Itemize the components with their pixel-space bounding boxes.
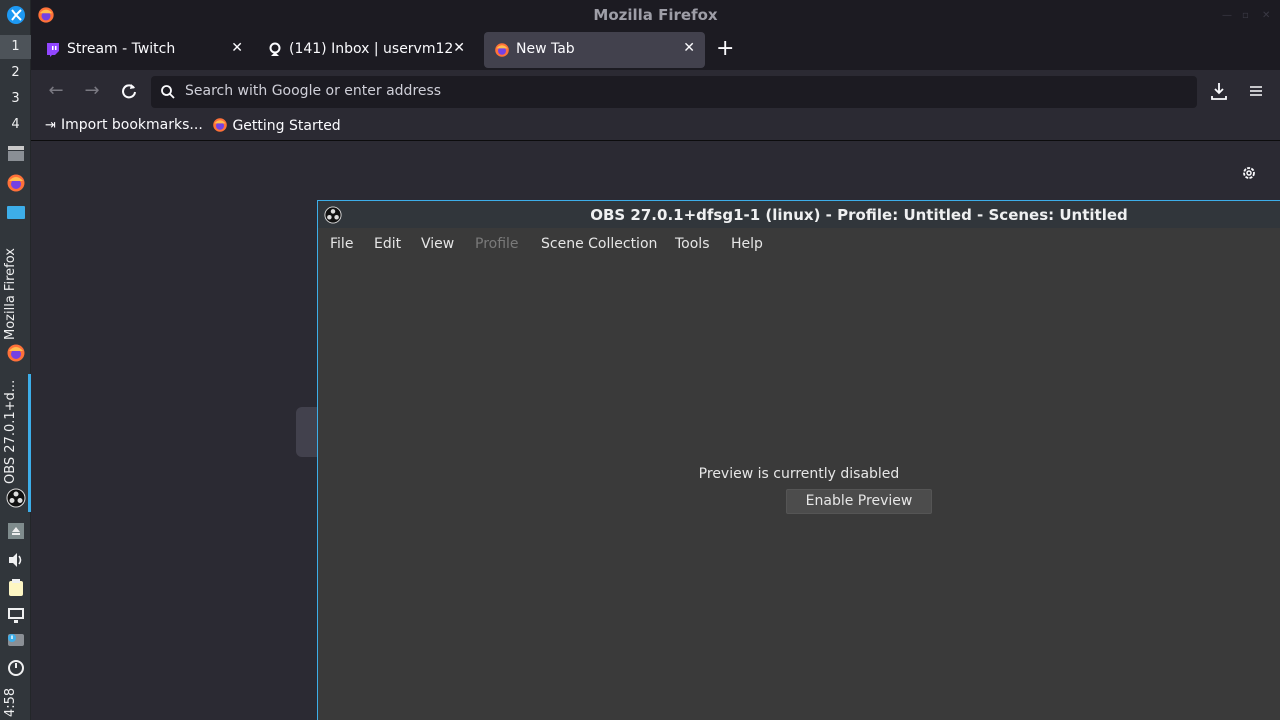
workspace-4[interactable]: 4 — [0, 113, 31, 137]
enable-preview-button[interactable]: Enable Preview — [786, 489, 932, 514]
firefox-titlebar: Mozilla Firefox — ▫ ✕ — [31, 0, 1280, 30]
close-tab-icon[interactable]: ✕ — [683, 40, 695, 56]
task-firefox-label[interactable]: Mozilla Firefox — [3, 238, 27, 340]
obs-titlebar: OBS 27.0.1+dfsg1-1 (linux) - Profile: Un… — [318, 201, 1280, 228]
workspace-3[interactable]: 3 — [0, 87, 31, 111]
search-icon — [161, 85, 175, 99]
clock[interactable]: 4:58 — [3, 683, 27, 717]
obs-menubar: File Edit View Profile Scene Collection … — [318, 228, 1280, 260]
firefox-icon — [213, 118, 227, 132]
bookmark-getting-started[interactable]: Getting Started — [212, 117, 341, 134]
menu-tools[interactable]: Tools — [675, 236, 710, 252]
bookmarks-toolbar: ⇥ Import bookmarks... Getting Started — [31, 112, 1280, 141]
app-launcher-icon[interactable] — [6, 5, 26, 25]
tab-label: New Tab — [516, 41, 575, 57]
forward-button[interactable]: → — [81, 80, 103, 102]
gear-icon[interactable] — [1240, 164, 1258, 182]
tab-twitch[interactable]: Stream - Twitch ✕ — [35, 32, 253, 68]
new-tab-button[interactable]: + — [716, 36, 734, 61]
tab-label: (141) Inbox | uservm123 — [289, 41, 453, 57]
firefox-launcher-icon[interactable] — [6, 173, 26, 193]
tab-new-tab[interactable]: New Tab ✕ — [484, 32, 705, 68]
file-manager-icon[interactable] — [6, 143, 26, 163]
menu-edit[interactable]: Edit — [374, 236, 401, 252]
firefox-icon — [495, 43, 509, 57]
volume-icon[interactable] — [6, 550, 26, 570]
menu-profile[interactable]: Profile — [475, 236, 519, 252]
menu-icon[interactable] — [1245, 80, 1267, 102]
menu-view[interactable]: View — [421, 236, 454, 252]
clipboard-icon[interactable] — [6, 578, 26, 598]
url-bar[interactable]: Search with Google or enter address — [151, 76, 1197, 108]
updates-icon[interactable] — [6, 658, 26, 678]
back-button[interactable]: ← — [45, 80, 67, 102]
import-icon: ⇥ — [45, 118, 56, 133]
menu-scene-collection[interactable]: Scene Collection — [541, 236, 657, 252]
notifications-icon[interactable] — [6, 631, 26, 651]
reload-button[interactable] — [118, 80, 140, 102]
obs-window: OBS 27.0.1+dfsg1-1 (linux) - Profile: Un… — [317, 200, 1280, 720]
bookmark-label: Getting Started — [232, 118, 341, 134]
obs-task-icon[interactable] — [6, 488, 26, 508]
twitch-icon — [47, 43, 59, 57]
taskbar-panel: 1 2 3 4 Mozilla Firefox OBS 27.0.1+d... … — [0, 0, 31, 720]
workspace-1[interactable]: 1 — [0, 35, 31, 59]
minimize-icon[interactable]: — — [1222, 10, 1232, 21]
downloads-icon[interactable] — [1208, 80, 1230, 102]
navigation-toolbar: ← → Search with Google or enter address — [31, 70, 1280, 112]
task-obs-label[interactable]: OBS 27.0.1+d... — [3, 378, 27, 484]
eject-icon[interactable] — [6, 521, 26, 541]
close-tab-icon[interactable]: ✕ — [453, 40, 465, 56]
close-tab-icon[interactable]: ✕ — [231, 40, 243, 56]
firefox-task-icon[interactable] — [6, 343, 26, 363]
url-input-placeholder[interactable]: Search with Google or enter address — [185, 83, 441, 99]
tab-strip: Stream - Twitch ✕ (141) Inbox | uservm12… — [31, 30, 1280, 70]
preview-disabled-message: Preview is currently disabled — [698, 466, 900, 482]
obs-window-title: OBS 27.0.1+dfsg1-1 (linux) - Profile: Un… — [590, 206, 1128, 224]
window-title: Mozilla Firefox — [593, 6, 718, 24]
bookmark-label: Import bookmarks... — [61, 117, 203, 133]
mail-icon — [269, 42, 281, 56]
bookmark-import[interactable]: ⇥ Import bookmarks... — [45, 117, 203, 133]
tab-inbox[interactable]: (141) Inbox | uservm123 ✕ — [257, 32, 475, 68]
menu-help[interactable]: Help — [731, 236, 763, 252]
network-icon[interactable] — [6, 605, 26, 625]
desktop-icon[interactable] — [6, 203, 26, 223]
maximize-icon[interactable]: ▫ — [1242, 10, 1252, 21]
tab-label: Stream - Twitch — [67, 41, 176, 57]
close-window-icon[interactable]: ✕ — [1262, 10, 1272, 21]
workspace-2[interactable]: 2 — [0, 61, 31, 85]
menu-file[interactable]: File — [330, 236, 353, 252]
